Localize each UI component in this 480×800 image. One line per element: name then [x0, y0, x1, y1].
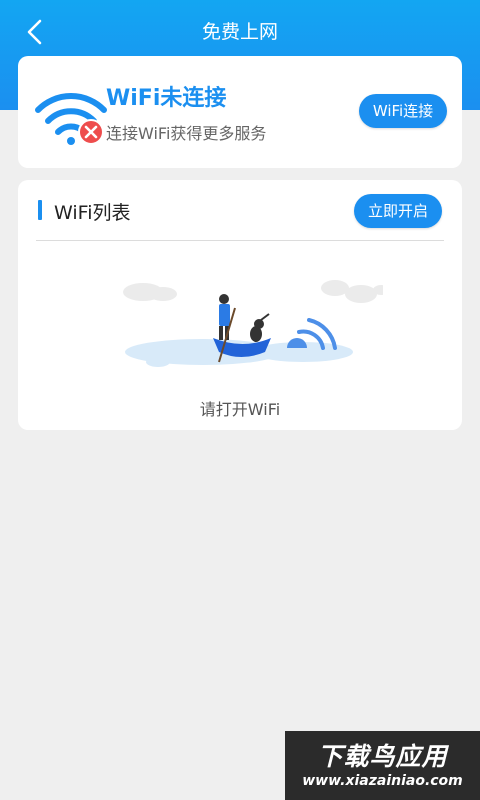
empty-state-text: 请打开WiFi [199, 400, 281, 419]
wifi-list-card: WiFi列表 立即开启 请打开WiFi [18, 180, 462, 430]
page-title: 免费上网 [201, 21, 278, 43]
open-wifi-button[interactable]: 立即开启 [354, 194, 442, 228]
wifi-status-title: WiFi未连接 [106, 86, 227, 111]
wifi-status-subtitle: 连接WiFi获得更多服务 [106, 124, 267, 143]
wifi-list-title: WiFi列表 [54, 202, 131, 224]
wifi-connect-button[interactable]: WiFi连接 [359, 94, 447, 128]
section-accent-bar [38, 200, 42, 220]
empty-state-illustration [123, 280, 383, 367]
wifi-disconnected-icon [35, 93, 107, 145]
divider [36, 240, 444, 241]
watermark-brand: 下载鸟应用 [317, 742, 448, 771]
watermark-url: www.xiazainiao.com [302, 773, 463, 789]
wifi-status-card: WiFi未连接 连接WiFi获得更多服务 WiFi连接 [18, 56, 462, 168]
watermark: 下载鸟应用 www.xiazainiao.com [285, 731, 480, 800]
